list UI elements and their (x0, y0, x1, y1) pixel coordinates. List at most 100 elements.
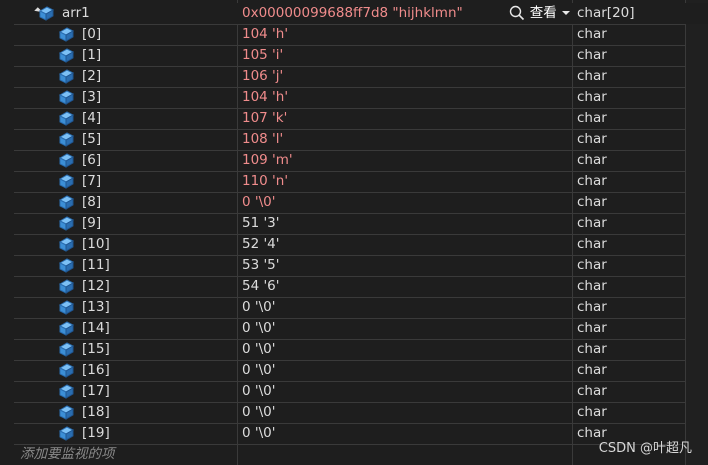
watch-row-root[interactable]: arr1 0x00000099688ff7d8 "hijhklmn" 查看 ch… (0, 3, 708, 24)
element-type: char (577, 194, 607, 210)
element-name: [14] (82, 320, 110, 336)
watch-row[interactable]: [14] 0 '\0' char (0, 318, 708, 339)
watch-row[interactable]: [1] 105 'i' char (0, 45, 708, 66)
value-cell[interactable]: 0 '\0' (238, 297, 572, 318)
watch-row[interactable]: [0] 104 'h' char (0, 24, 708, 45)
object-icon (58, 405, 75, 420)
name-cell: [1] (14, 45, 238, 66)
name-cell: [16] (14, 360, 238, 381)
watch-row[interactable]: [4] 107 'k' char (0, 108, 708, 129)
value-cell[interactable]: 105 'i' (238, 45, 572, 66)
object-icon (58, 132, 75, 147)
value-cell[interactable]: 107 'k' (238, 108, 572, 129)
watch-window: arr1 0x00000099688ff7d8 "hijhklmn" 查看 ch… (0, 0, 708, 465)
type-cell: char (573, 108, 685, 129)
watch-row[interactable]: [7] 110 'n' char (0, 171, 708, 192)
name-cell: [8] (14, 192, 238, 213)
watch-row[interactable]: [12] 54 '6' char (0, 276, 708, 297)
watch-row[interactable]: [13] 0 '\0' char (0, 297, 708, 318)
element-name: [13] (82, 299, 110, 315)
element-type: char (577, 257, 607, 273)
name-cell: arr1 (14, 3, 238, 24)
watch-row[interactable]: [8] 0 '\0' char (0, 192, 708, 213)
watch-row[interactable]: [15] 0 '\0' char (0, 339, 708, 360)
element-name: [0] (82, 26, 102, 42)
value-cell[interactable]: 110 'n' (238, 171, 572, 192)
value-cell[interactable]: 104 'h' (238, 87, 572, 108)
element-name: [11] (82, 257, 110, 273)
element-name: [16] (82, 362, 110, 378)
type-cell: char (573, 171, 685, 192)
value-cell[interactable]: 53 '5' (238, 255, 572, 276)
watch-row[interactable]: [11] 53 '5' char (0, 255, 708, 276)
name-cell: [4] (14, 108, 238, 129)
element-name: [18] (82, 404, 110, 420)
element-type: char (577, 26, 607, 42)
value-cell[interactable]: 104 'h' (238, 24, 572, 45)
add-watch-input[interactable]: 添加要监视的项 (14, 444, 238, 465)
watch-row[interactable]: [2] 106 'j' char (0, 66, 708, 87)
watch-row[interactable]: [10] 52 '4' char (0, 234, 708, 255)
magnifier-icon (510, 5, 525, 21)
watch-row[interactable]: [6] 109 'm' char (0, 150, 708, 171)
watch-row[interactable]: [5] 108 'l' char (0, 129, 708, 150)
element-name: [4] (82, 110, 102, 126)
value-cell[interactable]: 109 'm' (238, 150, 572, 171)
object-icon (58, 384, 75, 399)
name-cell: [7] (14, 171, 238, 192)
value-cell[interactable]: 0 '\0' (238, 381, 572, 402)
value-cell[interactable]: 0 '\0' (238, 360, 572, 381)
element-value: 54 '6' (242, 278, 280, 294)
name-cell: [15] (14, 339, 238, 360)
value-cell[interactable]: 52 '4' (238, 234, 572, 255)
element-name: [5] (82, 131, 102, 147)
value-cell[interactable]: 108 'l' (238, 129, 572, 150)
watch-row[interactable]: [3] 104 'h' char (0, 87, 708, 108)
object-icon (58, 258, 75, 273)
element-name: [19] (82, 425, 110, 441)
type-cell: char (573, 150, 685, 171)
value-cell[interactable]: 0 '\0' (238, 318, 572, 339)
name-cell: [5] (14, 129, 238, 150)
value-cell[interactable]: 0 '\0' (238, 402, 572, 423)
name-cell: [2] (14, 66, 238, 87)
value-cell[interactable]: 51 '3' (238, 213, 572, 234)
value-cell[interactable]: 54 '6' (238, 276, 572, 297)
element-value: 0 '\0' (242, 362, 276, 378)
type-cell: char (573, 318, 685, 339)
element-name: [15] (82, 341, 110, 357)
element-name: [8] (82, 194, 102, 210)
name-cell: [10] (14, 234, 238, 255)
element-value: 107 'k' (242, 110, 288, 126)
type-cell: char (573, 192, 685, 213)
chevron-down-icon (562, 11, 570, 15)
element-value: 106 'j' (242, 68, 284, 84)
watch-row[interactable]: [18] 0 '\0' char (0, 402, 708, 423)
element-type: char (577, 215, 607, 231)
type-cell: char (573, 339, 685, 360)
view-button[interactable]: 查看 (509, 3, 571, 24)
element-value: 0 '\0' (242, 425, 276, 441)
name-cell: [11] (14, 255, 238, 276)
type-cell: char (573, 129, 685, 150)
value-cell[interactable]: 0 '\0' (238, 339, 572, 360)
object-icon (58, 174, 75, 189)
element-type: char (577, 152, 607, 168)
object-icon (58, 48, 75, 63)
value-cell[interactable]: 106 'j' (238, 66, 572, 87)
element-type: char (577, 110, 607, 126)
watch-row[interactable]: [16] 0 '\0' char (0, 360, 708, 381)
element-value: 52 '4' (242, 236, 280, 252)
element-name: [7] (82, 173, 102, 189)
watch-row[interactable]: [9] 51 '3' char (0, 213, 708, 234)
element-value: 53 '5' (242, 257, 280, 273)
value-cell[interactable]: 0 '\0' (238, 423, 572, 444)
element-value: 51 '3' (242, 215, 280, 231)
element-name: [2] (82, 68, 102, 84)
element-value: 0 '\0' (242, 383, 276, 399)
watch-row[interactable]: [17] 0 '\0' char (0, 381, 708, 402)
value-cell[interactable]: 0 '\0' (238, 192, 572, 213)
element-name: [6] (82, 152, 102, 168)
element-type: char (577, 131, 607, 147)
element-type: char (577, 341, 607, 357)
